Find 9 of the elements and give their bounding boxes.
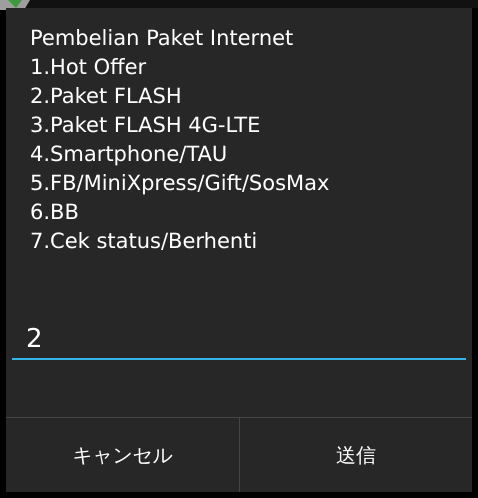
input-field[interactable]: 2 bbox=[12, 320, 466, 360]
message-line: 7.Cek status/Berhenti bbox=[30, 228, 258, 255]
message-line: 2.Paket FLASH bbox=[30, 83, 183, 110]
message-line: Pembelian Paket Internet bbox=[30, 25, 294, 52]
message-line: 1.Hot Offer bbox=[30, 54, 148, 81]
message-line: 3.Paket FLASH 4G-LTE bbox=[30, 112, 262, 139]
message-line: 6.BB bbox=[30, 199, 80, 226]
message-line: 5.FB/MiniXpress/Gift/SosMax bbox=[30, 170, 330, 197]
message-line: 4.Smartphone/TAU bbox=[30, 141, 228, 168]
